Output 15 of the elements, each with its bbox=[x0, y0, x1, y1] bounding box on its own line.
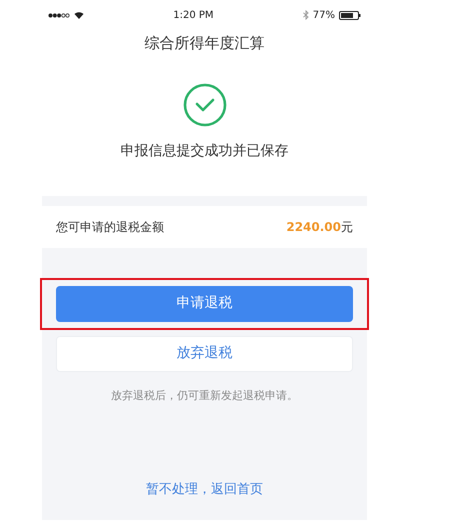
wifi-icon bbox=[74, 11, 84, 19]
back-home-link[interactable]: 暂不处理，返回首页 bbox=[140, 478, 269, 500]
signal-icon bbox=[48, 12, 70, 18]
check-circle-icon bbox=[182, 82, 226, 126]
hint-text: 放弃退税后，仍可重新发起退税申请。 bbox=[110, 388, 299, 404]
refund-label: 您可申请的退税金额 bbox=[56, 218, 164, 236]
battery-icon bbox=[339, 10, 361, 20]
battery-percent: 77% bbox=[312, 8, 335, 22]
success-message: 申报信息提交成功并已保存 bbox=[120, 142, 290, 160]
apply-refund-button[interactable]: 申请退税 bbox=[56, 286, 353, 322]
bluetooth-icon bbox=[302, 10, 309, 20]
refund-amount: 2240.00元 bbox=[286, 218, 353, 236]
decline-refund-button[interactable]: 放弃退税 bbox=[56, 336, 353, 372]
status-time: 1:20 PM bbox=[173, 8, 214, 22]
page-title: 综合所得年度汇算 bbox=[144, 33, 266, 54]
